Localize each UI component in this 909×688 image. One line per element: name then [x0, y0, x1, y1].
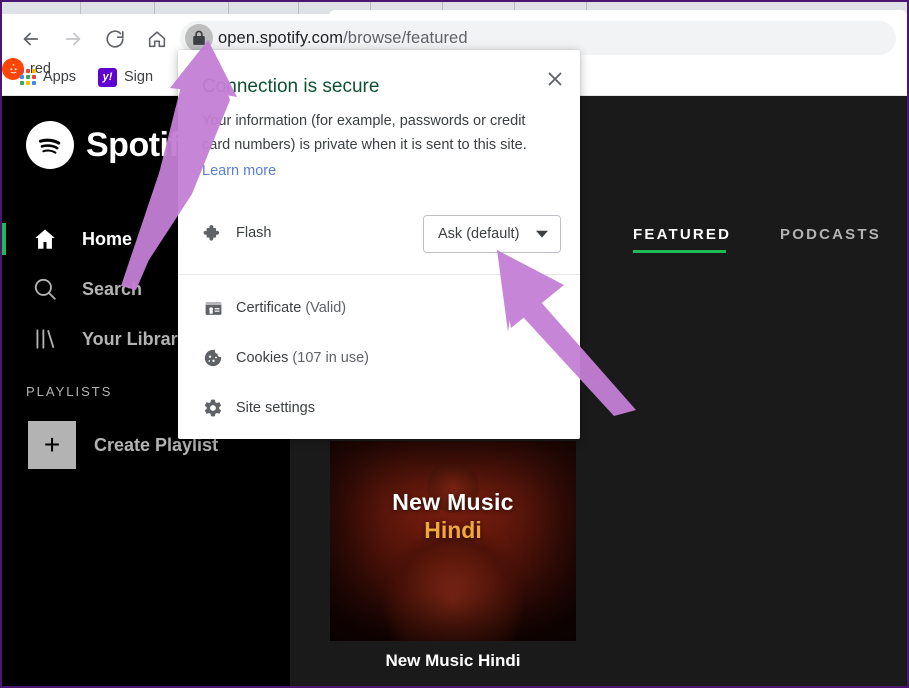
- forward-button[interactable]: [60, 26, 86, 52]
- menu-item-certificate[interactable]: Certificate (Valid): [178, 283, 580, 333]
- sidebar-item-home-label: Home: [82, 228, 133, 249]
- bubble-body: Your information (for example, passwords…: [202, 113, 527, 153]
- bookmark-apps-label: Apps: [43, 69, 77, 85]
- url-path: /browse/featured: [343, 28, 468, 47]
- home-button[interactable]: [144, 26, 170, 52]
- chevron-down-icon: [536, 226, 548, 242]
- puzzle-piece-icon: [202, 223, 224, 245]
- close-icon[interactable]: [542, 66, 568, 92]
- page-info-bubble: Connection is secure Your information (f…: [178, 50, 580, 439]
- bubble-menu: Certificate (Valid) Cookies (107 in use)…: [178, 283, 580, 433]
- playlists-header: PLAYLISTS: [26, 384, 113, 399]
- sidebar-item-your-library-label: Your Library: [82, 328, 188, 349]
- tab-strip: [2, 2, 907, 16]
- menu-item-cookies[interactable]: Cookies (107 in use): [178, 333, 580, 383]
- apps-grid-icon: [20, 69, 36, 85]
- menu-item-certificate-label: Certificate (Valid): [236, 300, 347, 316]
- permission-row-flash: Flash Ask (default): [178, 205, 580, 271]
- gear-icon: [202, 397, 224, 419]
- cookie-icon: [202, 347, 224, 369]
- artwork-line-2: Hindi: [424, 517, 482, 543]
- flash-permission-value: Ask (default): [438, 226, 520, 242]
- bubble-title: Connection is secure: [202, 76, 380, 97]
- sidebar-item-search-label: Search: [82, 278, 143, 299]
- search-icon: [30, 274, 60, 304]
- spotify-brand[interactable]: Spotify: [26, 121, 198, 169]
- flash-permission-dropdown[interactable]: Ask (default): [423, 215, 561, 253]
- back-button[interactable]: [18, 26, 44, 52]
- permission-label-flash: Flash: [236, 225, 272, 241]
- learn-more-link[interactable]: Learn more: [202, 163, 276, 179]
- spotify-logo-icon: [26, 121, 74, 169]
- lock-icon[interactable]: [185, 24, 213, 52]
- tab-featured-indicator: [633, 250, 726, 253]
- menu-item-site-settings[interactable]: Site settings: [178, 383, 580, 433]
- bookmark-apps[interactable]: Apps: [20, 66, 76, 88]
- tab-featured[interactable]: FEATURED: [633, 226, 731, 243]
- plus-icon: +: [28, 421, 76, 469]
- url-text: open.spotify.com/browse/featured: [218, 29, 468, 48]
- url-domain: open.spotify.com: [218, 28, 344, 47]
- browser-window: open.spotify.com/browse/featured Apps y!…: [0, 0, 909, 688]
- bookmark-yahoo-label: Sign: [124, 69, 154, 85]
- playlist-card-title: New Music Hindi: [385, 651, 521, 670]
- menu-item-cookies-label: Cookies (107 in use): [236, 350, 369, 366]
- artwork-line-1: New Music: [392, 489, 514, 515]
- bubble-divider: [178, 274, 580, 275]
- menu-item-site-settings-label: Site settings: [236, 400, 315, 416]
- reload-button[interactable]: [102, 26, 128, 52]
- bookmark-yahoo[interactable]: y! Sign: [98, 66, 153, 88]
- playlist-card[interactable]: New Music Hindi New Music Hindi: [330, 441, 576, 670]
- yahoo-icon: y!: [98, 67, 117, 87]
- tab-podcasts[interactable]: PODCASTS: [780, 226, 881, 243]
- home-icon: [30, 224, 60, 254]
- playlist-card-artwork: New Music Hindi: [330, 441, 576, 641]
- certificate-icon: [202, 297, 224, 319]
- library-icon: [30, 324, 60, 354]
